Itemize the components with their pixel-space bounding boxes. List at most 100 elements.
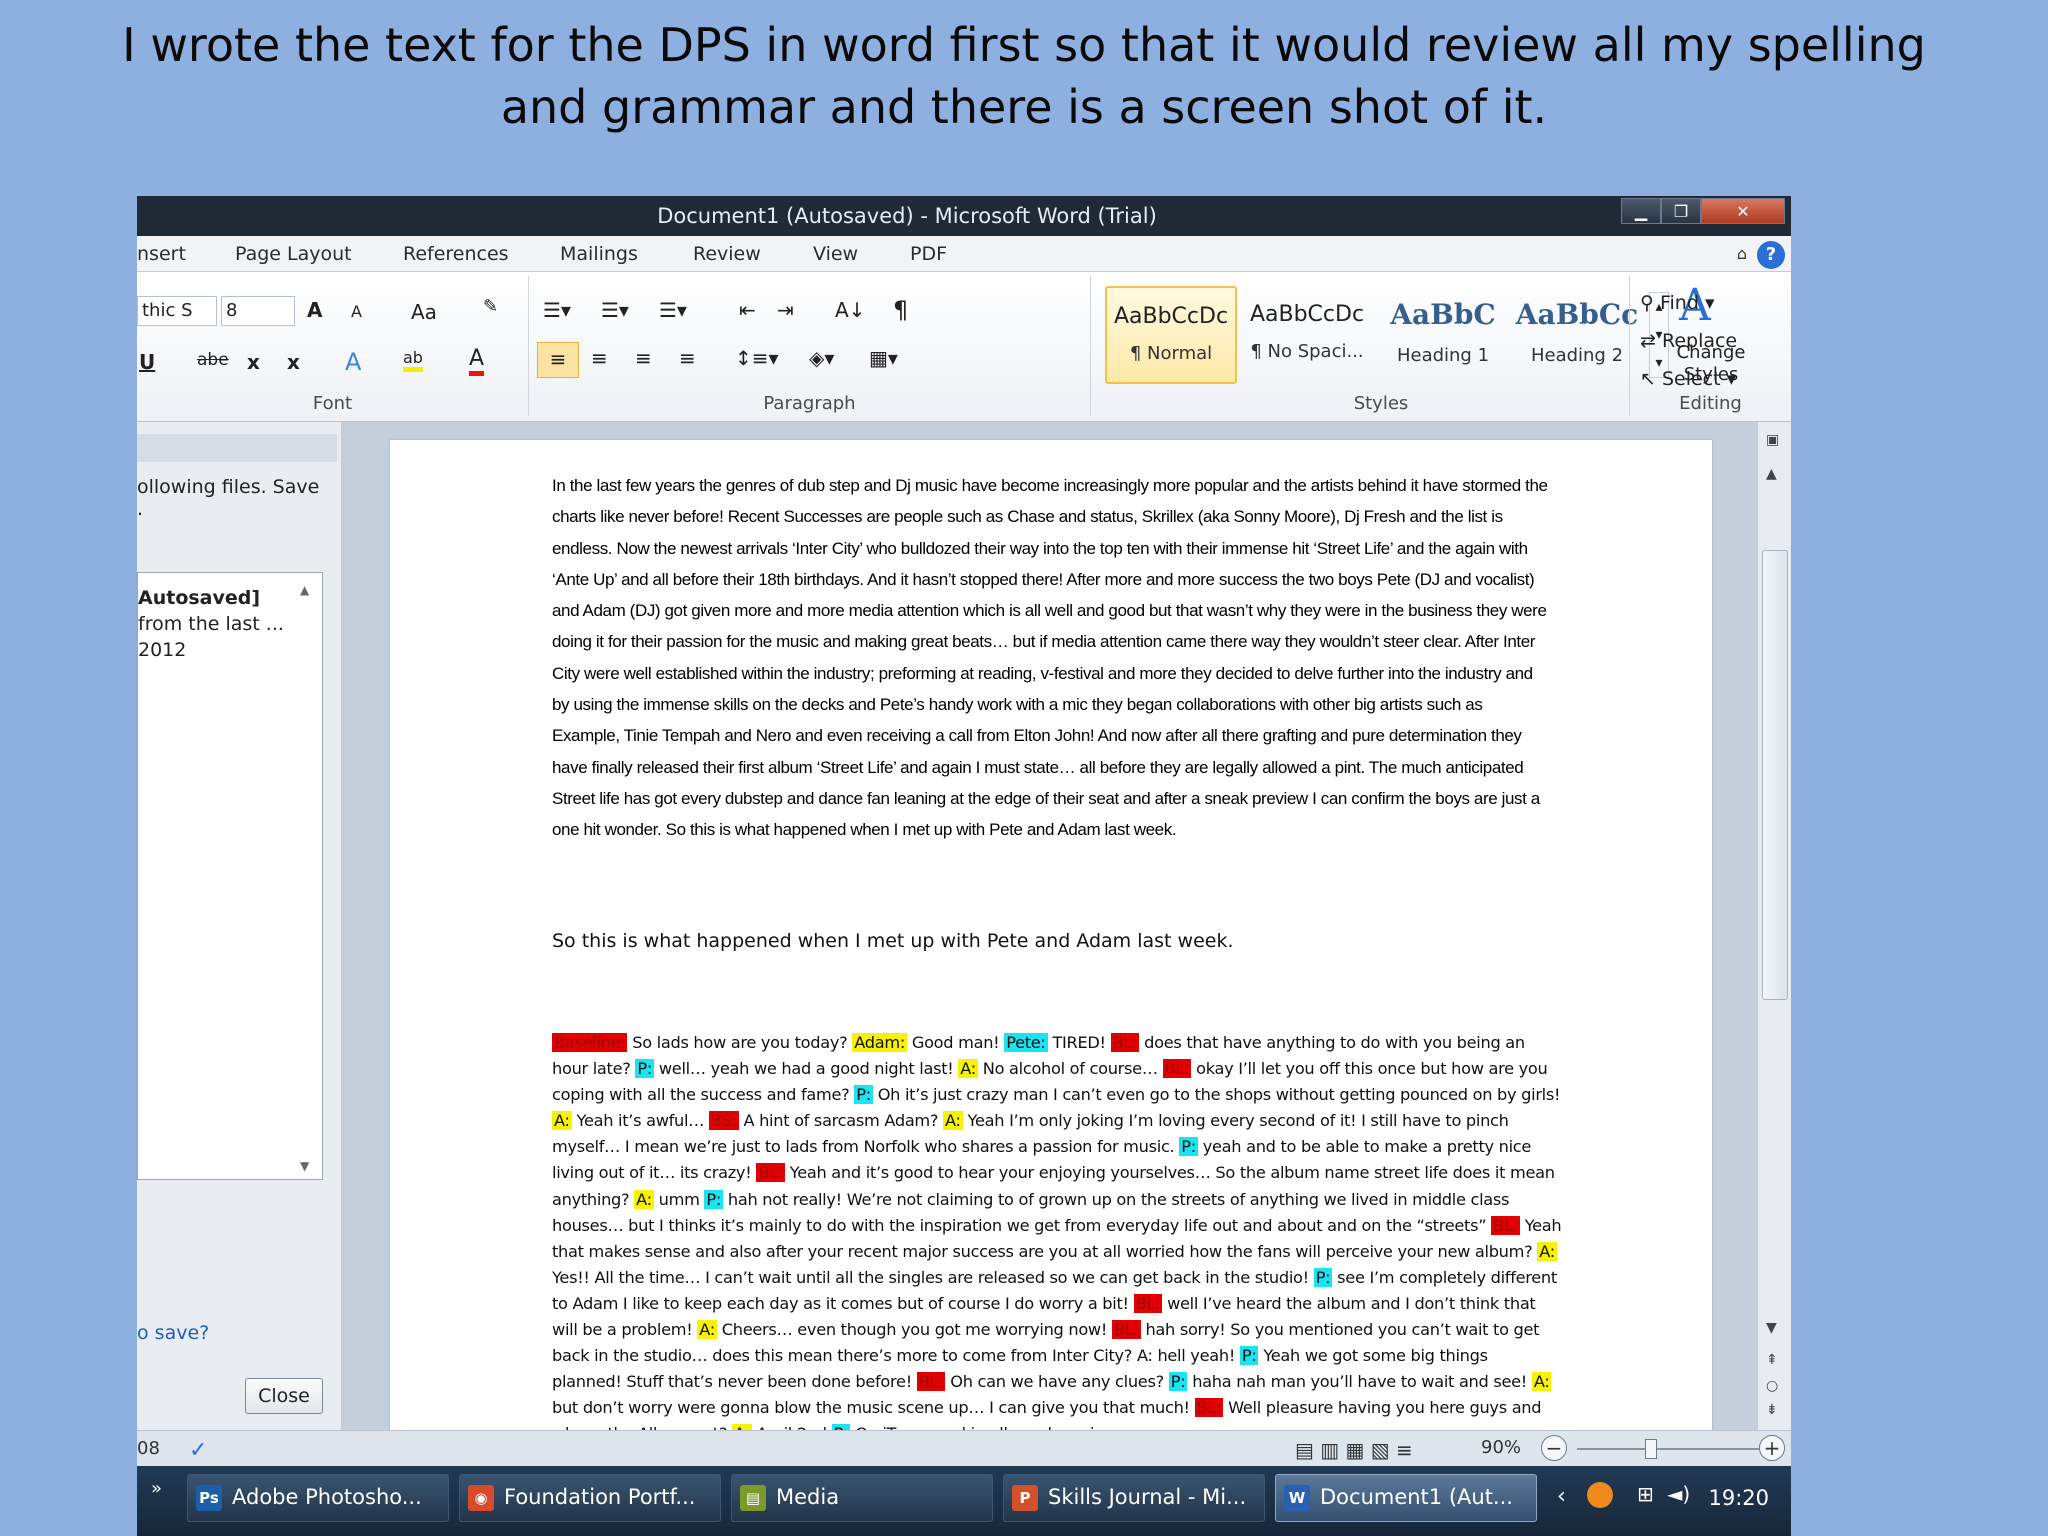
browse-object-icon[interactable]: ○ <box>1766 1378 1778 1394</box>
clock[interactable]: 19:20 <box>1708 1486 1769 1510</box>
align-right-icon[interactable]: ≡ <box>635 346 652 370</box>
speaker-tag: BL: <box>1133 1293 1163 1313</box>
minimize-icon[interactable]: ▁ <box>1621 198 1661 224</box>
close-icon[interactable]: ✕ <box>1701 198 1785 224</box>
numbering-icon[interactable]: ☰▾ <box>601 298 629 322</box>
taskbar-overflow-icon[interactable]: » <box>151 1478 162 1499</box>
change-case-button[interactable]: Aa <box>411 300 437 324</box>
find-button[interactable]: ⚲ Find ▾ <box>1640 292 1714 314</box>
word-icon: W <box>1284 1485 1310 1511</box>
recovered-file-title[interactable]: Autosaved] <box>138 587 260 609</box>
tab-references[interactable]: References <box>403 243 509 265</box>
tab-insert[interactable]: nsert <box>137 243 186 265</box>
minimize-ribbon-icon[interactable]: ⌂ <box>1737 244 1747 263</box>
shrink-font-button[interactable]: A <box>351 302 362 321</box>
font-name-combo[interactable]: thic S <box>137 296 217 326</box>
highlight-button[interactable]: ab <box>403 348 423 372</box>
article-paragraph[interactable]: In the last few years the genres of dub … <box>552 470 1552 846</box>
font-color-button[interactable]: A <box>469 346 485 376</box>
zoom-level[interactable]: 90% <box>1481 1437 1521 1458</box>
windows-taskbar: » Ps Adobe Photosho... ◉ Foundation Port… <box>137 1466 1791 1536</box>
style-no-spacing[interactable]: AaBbCcDc ¶ No Spaci... <box>1241 286 1373 384</box>
zoom-in-icon[interactable]: + <box>1759 1435 1785 1461</box>
select-button[interactable]: ↖ Select ▾ <box>1640 368 1736 390</box>
speaker-tag: BL: <box>1194 1398 1224 1418</box>
tab-mailings[interactable]: Mailings <box>560 243 638 265</box>
scroll-down-arrow-icon[interactable]: ▼ <box>1766 1320 1777 1336</box>
speaker-tag: A: <box>697 1320 717 1340</box>
scroll-thumb[interactable] <box>1762 550 1788 1000</box>
volume-icon[interactable]: ◄) <box>1667 1482 1690 1506</box>
previous-page-icon[interactable]: ⇞ <box>1766 1352 1778 1368</box>
scroll-down-icon[interactable]: ▼ <box>300 1159 309 1173</box>
tab-page-layout[interactable]: Page Layout <box>235 243 352 265</box>
view-buttons[interactable]: ▤ ▥ ▦ ▧ ≡ <box>1295 1438 1413 1462</box>
clear-format-icon[interactable]: ✎ <box>483 296 498 317</box>
taskbar-media[interactable]: ▤ Media <box>731 1474 993 1522</box>
next-page-icon[interactable]: ⇟ <box>1766 1402 1778 1418</box>
text-effects-button[interactable]: A <box>345 348 361 376</box>
speaker-tag: BL: <box>1162 1059 1192 1079</box>
decrease-indent-icon[interactable]: ⇤ <box>739 298 756 322</box>
style-name: ¶ No Spaci... <box>1250 341 1364 362</box>
help-icon[interactable]: ? <box>1757 241 1785 269</box>
taskbar-photoshop[interactable]: Ps Adobe Photosho... <box>187 1474 449 1522</box>
speaker-tag: Adam: <box>852 1033 907 1052</box>
zoom-slider-handle[interactable] <box>1645 1439 1657 1459</box>
close-button[interactable]: Close <box>245 1378 323 1414</box>
paragraph-group: ☰▾ ☰▾ ☰▾ ⇤ ⇥ A↓ ¶ ≡ ≡ ≡ ≡ ↕≡▾ ◈▾ ▦▾ Para… <box>529 276 1091 416</box>
recovered-files-list[interactable]: Autosaved] from the last ... 2012 ▲ ▼ <box>137 572 323 1180</box>
tab-review[interactable]: Review <box>693 243 761 265</box>
borders-icon[interactable]: ▦▾ <box>869 346 898 370</box>
taskbar-word[interactable]: W Document1 (Aut... <box>1275 1474 1537 1522</box>
speaker-tag: A: <box>634 1189 654 1209</box>
increase-indent-icon[interactable]: ⇥ <box>777 298 794 322</box>
style-normal[interactable]: AaBbCcDc ¶ Normal <box>1105 286 1237 384</box>
binoculars-icon: ⚲ <box>1640 292 1660 314</box>
vertical-scrollbar[interactable]: ▣ ▲ ▼ ⇞ ○ ⇟ <box>1757 422 1791 1430</box>
subscript-button[interactable]: x <box>247 350 260 374</box>
strikethrough-button[interactable]: abe <box>197 350 229 370</box>
scroll-up-icon[interactable]: ▲ <box>300 583 309 597</box>
restore-icon[interactable]: ❐ <box>1661 198 1701 224</box>
grow-font-button[interactable]: A <box>307 298 322 322</box>
sort-button[interactable]: A↓ <box>835 298 865 322</box>
zoom-out-icon[interactable]: − <box>1541 1435 1567 1461</box>
line-spacing-icon[interactable]: ↕≡▾ <box>735 346 779 370</box>
tray-expand-icon[interactable]: ‹ <box>1557 1484 1566 1509</box>
interview-transcript[interactable]: Baseline: So lads how are you today? Ada… <box>552 1030 1562 1430</box>
proofing-icon[interactable]: ✓ <box>189 1438 207 1463</box>
intro-line[interactable]: So this is what happened when I met up w… <box>552 930 1234 952</box>
scroll-up-arrow-icon[interactable]: ▲ <box>1766 466 1777 482</box>
shading-icon[interactable]: ◈▾ <box>809 346 834 370</box>
show-formatting-button[interactable]: ¶ <box>893 296 908 324</box>
replace-button[interactable]: ⇄ Replace <box>1640 330 1737 352</box>
tab-pdf[interactable]: PDF <box>910 243 947 265</box>
superscript-button[interactable]: x <box>287 350 300 374</box>
ruler-toggle-icon[interactable]: ▣ <box>1766 432 1779 448</box>
align-center-icon[interactable]: ≡ <box>591 346 608 370</box>
taskbar-label: Skills Journal - Mi... <box>1048 1485 1247 1509</box>
justify-icon[interactable]: ≡ <box>679 346 696 370</box>
tab-view[interactable]: View <box>813 243 858 265</box>
transcript-text: No alcohol of course… <box>977 1059 1163 1079</box>
style-heading-1[interactable]: AaBbC Heading 1 <box>1377 286 1509 384</box>
which-files-link[interactable]: o save? <box>137 1322 209 1344</box>
font-size-combo[interactable]: 8 <box>221 296 295 326</box>
speaker-tag: P: <box>1179 1137 1198 1157</box>
multilevel-list-icon[interactable]: ☰▾ <box>659 298 687 322</box>
title-bar: Document1 (Autosaved) - Microsoft Word (… <box>137 196 1791 236</box>
tray-app-icon[interactable] <box>1587 1482 1613 1508</box>
transcript-text: Oh it’s just crazy man I can’t even go t… <box>872 1085 1561 1105</box>
style-name: ¶ Normal <box>1129 343 1213 364</box>
taskbar-chrome[interactable]: ◉ Foundation Portf... <box>459 1474 721 1522</box>
taskbar-powerpoint[interactable]: P Skills Journal - Mi... <box>1003 1474 1265 1522</box>
bullets-icon[interactable]: ☰▾ <box>543 298 571 322</box>
align-left-icon[interactable]: ≡ <box>537 342 579 378</box>
network-icon[interactable]: ⊞ <box>1637 1482 1654 1506</box>
underline-button[interactable]: U <box>139 350 155 374</box>
style-heading-2[interactable]: AaBbCc Heading 2 <box>1511 286 1643 384</box>
document-page[interactable]: In the last few years the genres of dub … <box>390 440 1712 1430</box>
word-window: Document1 (Autosaved) - Microsoft Word (… <box>137 196 1791 1536</box>
zoom-slider[interactable] <box>1577 1448 1767 1450</box>
